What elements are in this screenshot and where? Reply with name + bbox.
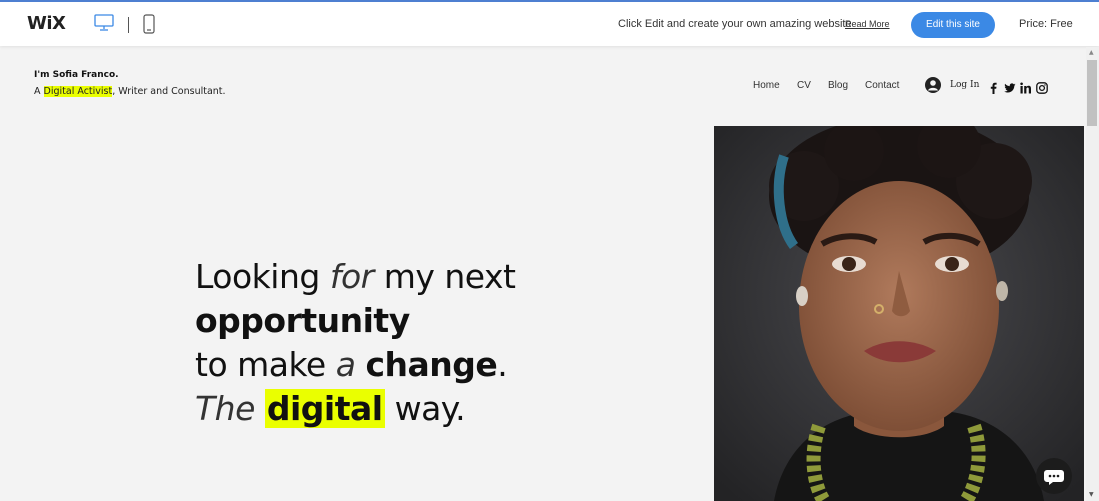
chat-button[interactable] bbox=[1036, 458, 1072, 494]
read-more-link[interactable]: Read More bbox=[845, 19, 890, 29]
headline-text: way. bbox=[384, 389, 466, 428]
tagline-prefix: A bbox=[34, 86, 44, 97]
nav-item-contact[interactable]: Contact bbox=[865, 80, 899, 91]
portrait-photo bbox=[714, 126, 1084, 501]
headline-bold: opportunity bbox=[195, 301, 410, 340]
scrollbar-thumb[interactable] bbox=[1087, 60, 1097, 126]
headline-space bbox=[355, 345, 365, 384]
facebook-icon[interactable] bbox=[989, 79, 998, 98]
headline-line-2: opportunity bbox=[195, 299, 515, 343]
wix-logo[interactable]: WiX bbox=[27, 13, 66, 34]
headline-italic: for bbox=[329, 257, 374, 296]
headline-text: Looking bbox=[195, 257, 330, 296]
scroll-down-arrow-icon[interactable]: ▼ bbox=[1089, 491, 1094, 498]
headline-highlight: digital bbox=[264, 389, 385, 428]
headline-line-3: to make a change. bbox=[195, 343, 515, 387]
nav-item-cv[interactable]: CV bbox=[797, 80, 811, 91]
tagline-suffix: , Writer and Consultant. bbox=[112, 86, 226, 97]
device-separator bbox=[128, 17, 129, 33]
nav-item-home[interactable]: Home bbox=[753, 80, 780, 91]
headline-text: my next bbox=[373, 257, 516, 296]
headline-italic: The bbox=[195, 389, 265, 428]
edit-site-button[interactable]: Edit this site bbox=[911, 12, 995, 38]
headline-italic: a bbox=[335, 345, 356, 384]
headline-line-4: The digital way. bbox=[195, 387, 515, 431]
user-avatar-icon[interactable] bbox=[925, 77, 941, 97]
mobile-icon[interactable] bbox=[143, 14, 155, 38]
instagram-icon[interactable] bbox=[1036, 79, 1048, 98]
linkedin-icon[interactable] bbox=[1020, 79, 1031, 98]
site-tagline: A Digital Activist, Writer and Consultan… bbox=[34, 86, 226, 97]
site-name: I'm Sofia Franco. bbox=[34, 70, 119, 80]
tagline-highlight: Digital Activist bbox=[43, 86, 113, 97]
chat-bubble-icon bbox=[1044, 470, 1064, 485]
headline-text: . bbox=[497, 345, 508, 384]
promo-text: Click Edit and create your own amazing w… bbox=[618, 18, 852, 30]
headline-text: to make bbox=[195, 345, 336, 384]
headline-line-1: Looking for my next bbox=[195, 255, 516, 299]
headline-bold: change bbox=[365, 345, 498, 384]
price-label: Price: Free bbox=[1019, 18, 1073, 30]
editor-top-bar: WiX Click Edit and create your own amazi… bbox=[0, 0, 1099, 46]
desktop-icon[interactable] bbox=[94, 14, 114, 36]
scroll-up-arrow-icon[interactable]: ▲ bbox=[1089, 49, 1094, 56]
hero-headline: Looking for my next opportunity to make … bbox=[195, 255, 516, 431]
twitter-icon[interactable] bbox=[1004, 79, 1016, 98]
nav-item-blog[interactable]: Blog bbox=[828, 80, 848, 91]
login-link[interactable]: Log In bbox=[950, 80, 979, 90]
